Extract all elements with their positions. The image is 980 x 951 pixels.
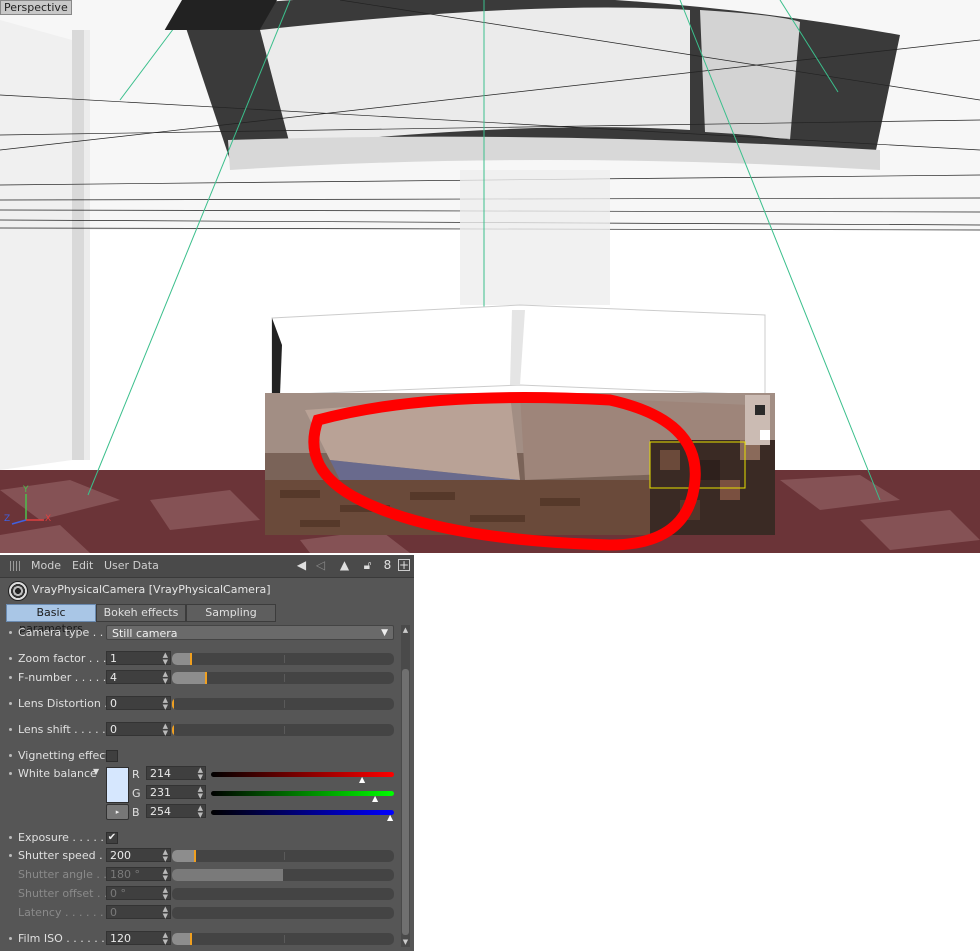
lens-shift-slider[interactable] [172, 724, 394, 736]
f-number-row: F-number . . . . . . 4 ▲ ▼ [0, 669, 400, 687]
viewport-label[interactable]: Perspective [0, 0, 72, 15]
latency-row: Latency . . . . . . . 0 ▲ ▼ [0, 904, 400, 922]
film-iso-label: Film ISO . . . . . . . [18, 932, 112, 945]
add-icon[interactable]: + [398, 559, 410, 571]
b-slider-handle[interactable]: ▲ [387, 813, 393, 822]
g-slider[interactable] [211, 791, 394, 796]
lens-shift-label: Lens shift . . . . . . [18, 723, 113, 736]
lens-distortion-slider[interactable] [172, 698, 394, 710]
arrow-right-icon[interactable]: ◁ [314, 559, 327, 572]
lens-shift-row: Lens shift . . . . . . 0 ▲ ▼ [0, 721, 400, 739]
lock-icon[interactable]: 🔓︎ [361, 559, 374, 572]
shutter-offset-slider [172, 888, 394, 900]
b-label: B [132, 806, 140, 819]
axis-y-label: Y [23, 485, 29, 495]
scroll-thumb[interactable] [402, 669, 409, 935]
b-input[interactable]: 254 ▲ ▼ [146, 804, 206, 819]
scroll-up-icon[interactable]: ▲ [401, 625, 410, 635]
tab-basic-parameters[interactable]: Basic parameters [6, 604, 96, 635]
spinner-icon: ▲ ▼ [162, 670, 168, 685]
menu-mode[interactable]: Mode [31, 559, 61, 572]
r-input[interactable]: 214 ▲ ▼ [146, 766, 206, 781]
camera-icon [8, 581, 28, 601]
shutter-offset-row: Shutter offset . . . 0 ° ▲ ▼ [0, 885, 400, 903]
shutter-angle-slider [172, 869, 394, 881]
r-slider[interactable] [211, 772, 394, 777]
attribute-manager: Mode Edit User Data ◀ ◁ ▲ 🔓︎ 8 + VrayPhy… [0, 555, 414, 951]
g-label: G [132, 787, 141, 800]
vignetting-checkbox[interactable] [106, 750, 118, 762]
vignetting-row: Vignetting effects [0, 747, 400, 765]
f-number-input[interactable]: 4 ▲ ▼ [106, 670, 171, 685]
panel-scrollbar[interactable]: ▲ ▼ [401, 625, 410, 947]
latency-slider [172, 907, 394, 919]
checkmark-icon: ✔ [107, 832, 117, 843]
tab-bokeh-effects[interactable]: Bokeh effects [96, 604, 186, 622]
r-slider-handle[interactable]: ▲ [359, 775, 365, 784]
zoom-factor-row: Zoom factor . . . . 1 ▲ ▼ [0, 650, 400, 668]
shutter-speed-input[interactable]: 200 ▲ ▼ [106, 848, 171, 863]
shutter-offset-input: 0 ° ▲ ▼ [106, 886, 171, 901]
exposure-row: Exposure . . . . . . ✔ [0, 829, 400, 847]
shutter-speed-slider[interactable] [172, 850, 394, 862]
zoom-factor-label: Zoom factor . . . . [18, 652, 114, 665]
color-expand-button[interactable]: ▸ [106, 804, 129, 820]
camera-type-label: Camera type . . . . [18, 626, 118, 639]
shutter-offset-label: Shutter offset . . . [18, 887, 115, 900]
menu-bar: Mode Edit User Data ◀ ◁ ▲ 🔓︎ 8 + [0, 555, 414, 578]
expand-triangle-icon[interactable]: ▼ [93, 767, 99, 776]
film-iso-slider[interactable] [172, 933, 394, 945]
g-input[interactable]: 231 ▲ ▼ [146, 785, 206, 800]
object-header: VrayPhysicalCamera [VrayPhysicalCamera] [0, 577, 414, 603]
arrow-left-icon[interactable]: ◀ [295, 559, 308, 572]
lens-distortion-input[interactable]: 0 ▲ ▼ [106, 696, 171, 711]
grip-icon[interactable] [10, 561, 20, 571]
white-balance-label: White balance [18, 767, 97, 780]
exposure-checkbox[interactable]: ✔ [106, 832, 118, 844]
b-slider[interactable] [211, 810, 394, 815]
shutter-angle-label: Shutter angle . . . [18, 868, 114, 881]
zoom-factor-input[interactable]: 1 ▲ ▼ [106, 651, 171, 666]
axis-z-label: Z [4, 514, 11, 524]
g-slider-handle[interactable]: ▲ [372, 794, 378, 803]
latency-input: 0 ▲ ▼ [106, 905, 171, 920]
camera-type-dropdown[interactable]: Still camera ▼ [106, 625, 394, 640]
link-icon[interactable]: 8 [381, 559, 394, 572]
exposure-label: Exposure . . . . . . [18, 831, 111, 844]
axis-x-label: X [45, 514, 52, 524]
scroll-down-icon[interactable]: ▼ [401, 937, 410, 947]
lens-distortion-row: Lens Distortion . . 0 ▲ ▼ [0, 695, 400, 713]
film-iso-row: Film ISO . . . . . . . 120 ▲ ▼ [0, 930, 400, 948]
white-balance-swatch[interactable] [106, 767, 129, 803]
zoom-factor-slider[interactable] [172, 653, 394, 665]
object-name: VrayPhysicalCamera [VrayPhysicalCamera] [32, 583, 271, 596]
chevron-down-icon: ▼ [381, 628, 388, 638]
viewport-scene [0, 0, 980, 553]
shutter-angle-row: Shutter angle . . . 180 ° ▲ ▼ [0, 866, 400, 884]
camera-type-row: Camera type . . . . Still camera ▼ [0, 624, 400, 642]
menu-edit[interactable]: Edit [72, 559, 93, 572]
lens-distortion-label: Lens Distortion . . [18, 697, 115, 710]
latency-label: Latency . . . . . . . [18, 906, 111, 919]
lens-shift-input[interactable]: 0 ▲ ▼ [106, 722, 171, 737]
vignetting-label: Vignetting effects [18, 749, 116, 762]
menu-user-data[interactable]: User Data [104, 559, 159, 572]
shutter-speed-row: Shutter speed . . . 200 ▲ ▼ [0, 847, 400, 865]
shutter-angle-input: 180 ° ▲ ▼ [106, 867, 171, 882]
spinner-icon: ▲ ▼ [162, 722, 168, 737]
perspective-viewport[interactable]: Perspective Y X Z [0, 0, 980, 553]
f-number-slider[interactable] [172, 672, 394, 684]
arrow-up-icon[interactable]: ▲ [338, 559, 351, 572]
spinner-icon: ▲ ▼ [162, 651, 168, 666]
f-number-label: F-number . . . . . . [18, 671, 114, 684]
shutter-speed-label: Shutter speed . . . [18, 849, 117, 862]
r-label: R [132, 768, 140, 781]
tab-sampling[interactable]: Sampling [186, 604, 276, 622]
film-iso-input[interactable]: 120 ▲ ▼ [106, 931, 171, 946]
spinner-icon: ▲ ▼ [162, 696, 168, 711]
